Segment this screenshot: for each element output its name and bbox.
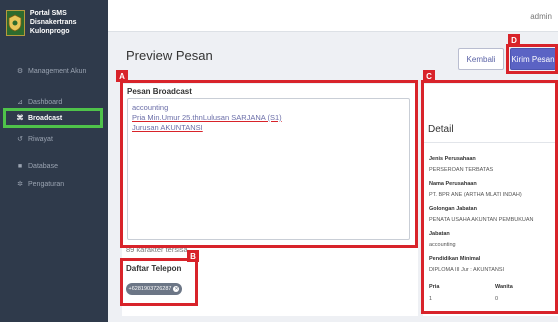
sidebar-item-database[interactable]: ■ Database [0, 158, 108, 174]
brand[interactable]: Portal SMS Disnakertrans Kulonprogo [0, 0, 108, 45]
kulonprogo-logo-icon [6, 9, 25, 36]
sidebar-item-label: Management Akun [28, 67, 87, 75]
sidebar-item-management-akun[interactable]: ⚙ Management Akun [0, 63, 108, 79]
highlight-box-a [120, 80, 418, 248]
user-menu[interactable]: admin [530, 12, 552, 21]
annotation-tag-a: A [116, 70, 128, 82]
annotation-tag-d: D [508, 34, 520, 46]
topbar: admin [108, 0, 558, 32]
page-title: Preview Pesan [126, 48, 213, 63]
history-icon: ↺ [17, 136, 23, 143]
sidebar-item-label: Pengaturan [28, 180, 65, 188]
annotation-tag-b: B [187, 250, 199, 262]
sidebar-item-label: Riwayat [28, 135, 53, 143]
sidebar-item-label: Database [28, 162, 58, 170]
users-icon: ⚙ [16, 68, 24, 75]
highlight-box-d [506, 44, 558, 74]
brand-subtitle: Kulonprogo [29, 28, 70, 35]
database-icon: ■ [17, 162, 23, 170]
annotation-tag-c: C [423, 70, 435, 82]
brand-title: Portal SMS Disnakertrans [29, 10, 77, 26]
back-button[interactable]: Kembali [458, 48, 504, 70]
highlight-box-c [421, 80, 558, 314]
sidebar-item-label: Dashboard [28, 98, 63, 106]
broadcast-highlight-box [3, 108, 103, 128]
highlight-box-b [120, 258, 198, 306]
sidebar-item-riwayat[interactable]: ↺ Riwayat [0, 131, 108, 147]
sidebar-item-pengaturan[interactable]: ✲ Pengaturan [0, 176, 108, 192]
gear-icon: ✲ [17, 181, 23, 188]
chart-icon: ⊿ [17, 99, 23, 106]
